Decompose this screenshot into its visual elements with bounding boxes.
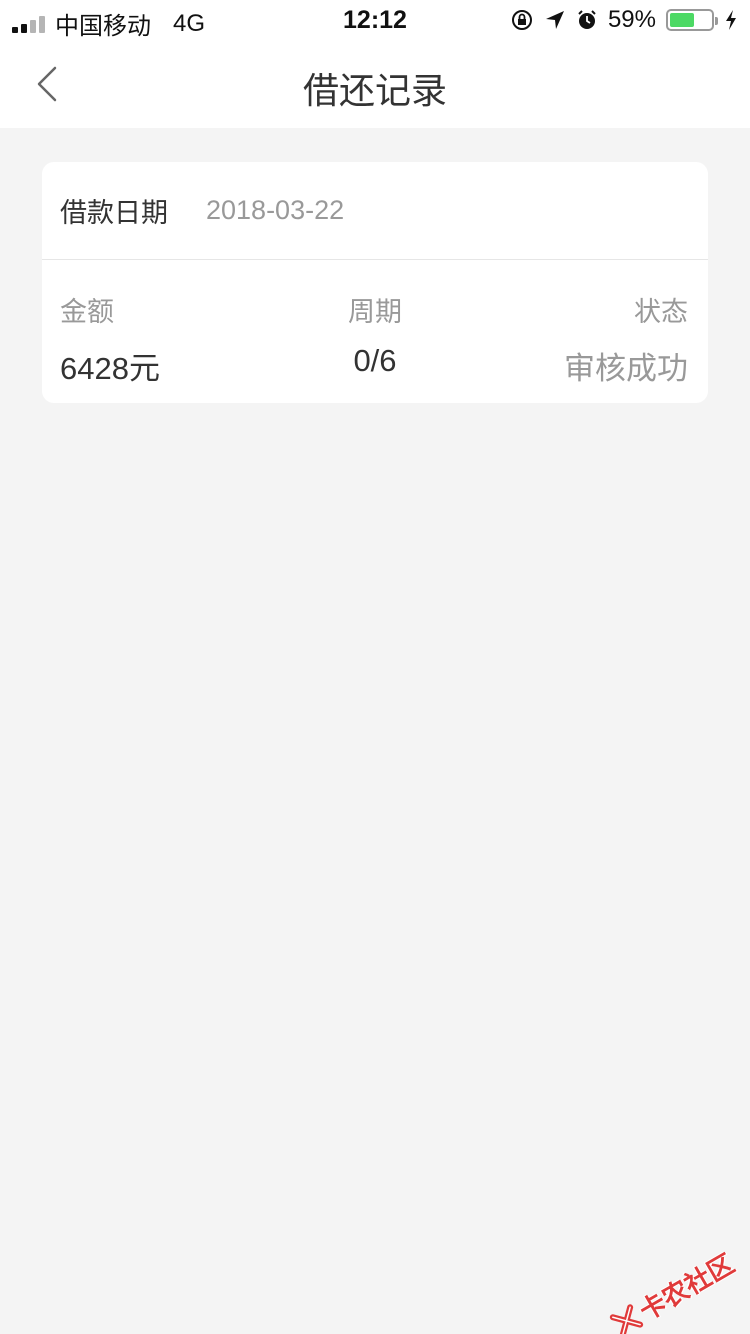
rotation-lock-icon: [511, 10, 532, 30]
status-value: 审核成功: [564, 351, 688, 386]
loan-record-card[interactable]: 借款日期 2018-03-22 金额 6428元 周期 0/6 状态 审核成功: [42, 162, 708, 403]
status-label: 状态: [634, 297, 688, 327]
loan-details-row: 金额 6428元 周期 0/6 状态 审核成功: [42, 260, 708, 402]
loan-date-label: 借款日期: [60, 198, 168, 228]
location-arrow-icon: [545, 11, 564, 29]
page-title: 借还记录: [302, 70, 447, 111]
loan-date-value: 2018-03-22: [206, 195, 345, 225]
watermark-text: 卡农社区: [634, 1248, 740, 1327]
alarm-clock-icon: [578, 10, 596, 29]
status-bar: 中国移动 4G 12:12 59%: [0, 0, 750, 40]
watermark-logo: 卡农社区: [606, 1244, 741, 1334]
nav-bar: 借还记录: [0, 40, 750, 128]
battery-icon: [666, 9, 718, 31]
status-bar-right: 59%: [510, 6, 738, 34]
battery-percent: 59%: [607, 6, 656, 33]
battery-fill: [670, 13, 694, 27]
loan-date-row: 借款日期 2018-03-22: [42, 162, 708, 260]
charging-bolt-icon: [726, 10, 736, 30]
status-column: 状态 审核成功: [564, 290, 688, 388]
